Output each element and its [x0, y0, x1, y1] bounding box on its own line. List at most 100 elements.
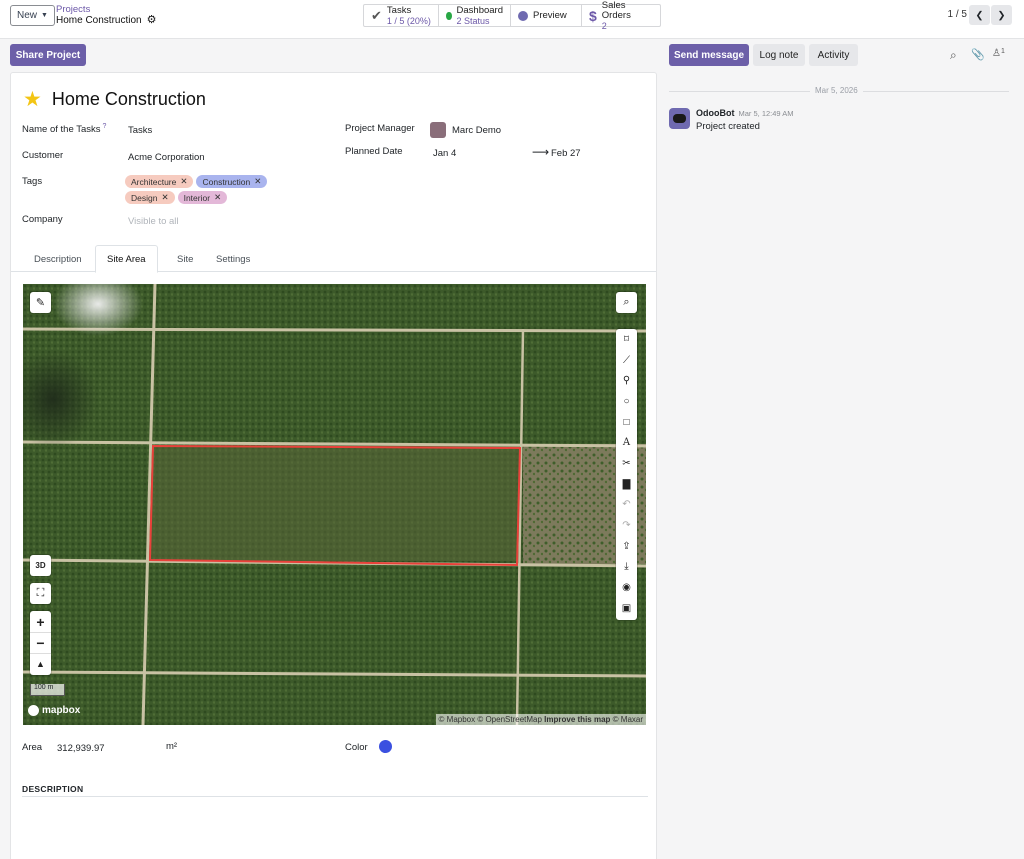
- tasks-smart-button[interactable]: ✔ Tasks 1 / 5 (20%): [364, 5, 439, 26]
- gear-icon[interactable]: ⚙: [147, 15, 157, 26]
- breadcrumb-current: Home Construction: [56, 15, 142, 26]
- avatar[interactable]: [669, 108, 690, 129]
- star-favorite-icon[interactable]: ★: [23, 87, 42, 112]
- circle-tool-icon[interactable]: ○: [616, 391, 637, 412]
- undo-icon[interactable]: ↶: [616, 495, 637, 516]
- compass-icon[interactable]: ▲: [30, 653, 51, 674]
- share-project-button[interactable]: Share Project: [10, 44, 86, 66]
- paint-brush-icon: ✎: [35, 297, 46, 309]
- mapbox-logo[interactable]: mapbox: [28, 705, 80, 716]
- remove-tag-icon[interactable]: ✕: [254, 176, 261, 187]
- company-field[interactable]: Visible to all: [128, 216, 179, 227]
- avatar: [430, 122, 446, 138]
- map-search-button[interactable]: ⌕: [616, 292, 637, 313]
- zoom-in-button[interactable]: +: [30, 611, 51, 632]
- tab-site-area[interactable]: Site Area: [95, 245, 158, 273]
- fullscreen-button[interactable]: ⛶: [30, 583, 51, 604]
- dollar-icon: $: [589, 7, 597, 24]
- description-heading: DESCRIPTION: [22, 784, 84, 794]
- 3d-toggle-button[interactable]: 3D: [30, 555, 51, 576]
- text-tool-icon[interactable]: A: [616, 432, 637, 453]
- color-label: Color: [345, 742, 368, 753]
- tasks-name-value[interactable]: Tasks: [128, 125, 152, 136]
- paperclip-icon[interactable]: 📎: [971, 48, 985, 61]
- save-icon[interactable]: ▣: [616, 598, 637, 619]
- area-value[interactable]: 312,939.97: [57, 743, 105, 754]
- remove-tag-icon[interactable]: ✕: [180, 176, 187, 187]
- project-name[interactable]: Home Construction: [52, 89, 206, 110]
- marker-tool-icon[interactable]: ⚲: [616, 370, 637, 391]
- remove-tag-icon[interactable]: ✕: [161, 192, 168, 203]
- status-dot-icon: [446, 11, 452, 20]
- upload-icon[interactable]: ⇪: [616, 536, 637, 557]
- sales-orders-title: Sales Orders: [601, 0, 631, 21]
- fullscreen-icon: ⛶: [36, 587, 45, 599]
- log-note-button[interactable]: Log note: [753, 44, 805, 66]
- dashboard-title: Dashboard: [456, 4, 503, 16]
- map-view[interactable]: ✎ ⌕ ⌑ ⟋ ⚲ ○ □ A ✂ ▇ ↶ ↷ ⇪ ⤓ ◉ ▣ 3D ⛶ + −…: [23, 284, 646, 725]
- line-tool-icon[interactable]: ⟋: [616, 350, 637, 371]
- tag-chip[interactable]: Architecture ✕: [125, 175, 194, 188]
- delete-icon[interactable]: ▇: [616, 474, 637, 495]
- pager-next-button[interactable]: ❯: [991, 5, 1012, 25]
- sales-orders-smart-button[interactable]: $ Sales Orders 2: [582, 0, 660, 31]
- attribution-maxar[interactable]: © Maxar: [613, 715, 643, 724]
- improve-map-link[interactable]: Improve this map: [544, 715, 610, 724]
- pager-previous-button[interactable]: ❮: [969, 5, 990, 25]
- arrow-right-icon: ⟶: [532, 145, 550, 159]
- project-manager-label: Project Manager: [345, 123, 415, 134]
- project-manager-field[interactable]: Marc Demo: [430, 122, 501, 138]
- breadcrumb-projects-link[interactable]: Projects: [56, 4, 156, 15]
- area-unit: m²: [166, 741, 178, 752]
- tab-settings[interactable]: Settings: [205, 245, 261, 273]
- tab-site[interactable]: Site: [166, 245, 204, 273]
- divider: [22, 796, 648, 797]
- new-button-label: New: [17, 10, 38, 21]
- customer-value[interactable]: Acme Corporation: [128, 152, 205, 163]
- preview-smart-button[interactable]: Preview: [511, 5, 582, 26]
- polygon-tool-icon[interactable]: ⌑: [616, 329, 637, 350]
- new-button[interactable]: New ▼: [10, 5, 55, 26]
- caret-down-icon: ▼: [41, 12, 48, 19]
- dashboard-smart-button[interactable]: Dashboard 2 Status: [439, 5, 511, 26]
- map-attribution: © Mapbox © OpenStreetMap Improve this ma…: [435, 714, 646, 725]
- pager-value[interactable]: 1 / 5: [948, 9, 967, 20]
- redo-icon[interactable]: ↷: [616, 515, 637, 536]
- color-swatch[interactable]: [379, 740, 392, 753]
- globe-icon: [518, 10, 528, 21]
- send-message-button[interactable]: Send message: [669, 44, 749, 66]
- planned-date-start[interactable]: Jan 4: [433, 148, 456, 159]
- sales-orders-count: 2: [601, 20, 607, 31]
- message-author[interactable]: OdooBot: [696, 108, 735, 118]
- satellite-imagery: [23, 284, 646, 725]
- tab-description[interactable]: Description: [23, 245, 93, 273]
- followers-count: 1: [1000, 48, 1005, 55]
- followers-button[interactable]: ♙ 1: [992, 48, 1005, 59]
- mapbox-logo-text: mapbox: [42, 705, 81, 716]
- draw-brush-button[interactable]: ✎: [30, 292, 51, 313]
- search-icon[interactable]: ⌕: [950, 48, 957, 63]
- tags-label: Tags: [22, 176, 43, 187]
- company-label: Company: [22, 214, 63, 225]
- help-icon[interactable]: ?: [103, 123, 107, 130]
- attribution-osm[interactable]: © OpenStreetMap: [477, 715, 542, 724]
- activity-button[interactable]: Activity: [809, 44, 858, 66]
- project-manager-value: Marc Demo: [452, 124, 502, 136]
- tag-chip[interactable]: Interior ✕: [177, 191, 228, 204]
- hide-icon[interactable]: ◉: [616, 577, 637, 598]
- tag-chip[interactable]: Design ✕: [125, 191, 175, 204]
- attribution-mapbox[interactable]: © Mapbox: [439, 715, 476, 724]
- tags-field[interactable]: Architecture ✕ Construction ✕ Design ✕ Inte…: [125, 175, 285, 204]
- cut-tool-icon[interactable]: ✂: [616, 453, 637, 474]
- download-icon[interactable]: ⤓: [616, 557, 637, 578]
- message-body: Project created: [696, 121, 760, 132]
- rectangle-tool-icon[interactable]: □: [616, 412, 637, 433]
- tag-label: Construction: [202, 176, 251, 187]
- draw-toolbar: ⌑ ⟋ ⚲ ○ □ A ✂ ▇ ↶ ↷ ⇪ ⤓ ◉ ▣: [616, 329, 637, 620]
- zoom-out-button[interactable]: −: [30, 632, 51, 653]
- tag-chip[interactable]: Construction ✕: [196, 175, 268, 188]
- planned-date-end[interactable]: Feb 27: [551, 148, 581, 159]
- chevron-left-icon: ❮: [975, 9, 984, 21]
- planned-date-label: Planned Date: [345, 146, 403, 157]
- remove-tag-icon[interactable]: ✕: [214, 192, 221, 203]
